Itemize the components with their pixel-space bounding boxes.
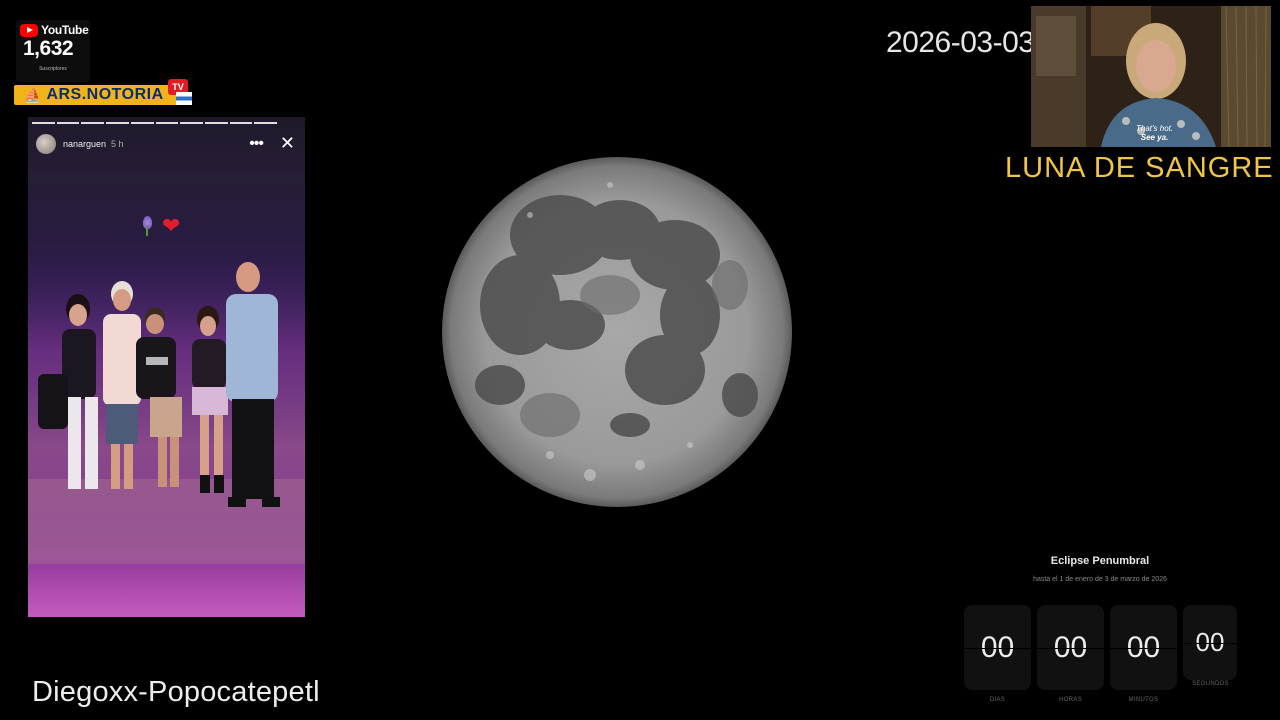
- eclipse-title: Eclipse Penumbral: [1050, 555, 1150, 567]
- eclipse-subtitle: hasta el 1 de enero de 3 de marzo de 202…: [1033, 576, 1167, 583]
- webcam-caption: That's hot. See ya.: [1136, 124, 1174, 142]
- story-time-ago: 5 h: [111, 139, 124, 149]
- stream-timestamp: 2026-03-03 02: [886, 26, 1036, 59]
- instagram-story-panel: nanarguen 5 h ••• ✕ ❤: [28, 117, 305, 617]
- credit-text: Diegoxx-Popocatepetl: [32, 676, 320, 708]
- story-username[interactable]: nanarguen: [63, 139, 106, 149]
- countdown-hours: 00: [1037, 605, 1104, 690]
- channel-banner: ⛵ ARS.NOTORIA: [14, 85, 188, 105]
- countdown-seconds: 00: [1183, 605, 1237, 680]
- ship-icon: ⛵: [24, 86, 42, 103]
- youtube-subscriber-badge: YouTube 1,632 Suscriptores: [16, 20, 90, 82]
- countdown-days: 00: [964, 605, 1031, 690]
- avatar[interactable]: [36, 134, 56, 154]
- countdown-days-label: DIAS: [989, 697, 1006, 703]
- webcam-inset: That's hot. See ya.: [1031, 6, 1271, 147]
- subscriber-count: 1,632: [23, 37, 74, 60]
- countdown-minutes: 00: [1110, 605, 1177, 690]
- flag-icon: [176, 92, 192, 105]
- more-dots-icon[interactable]: •••: [249, 135, 264, 153]
- story-header: nanarguen 5 h ••• ✕: [36, 133, 297, 155]
- youtube-play-icon: [20, 23, 38, 37]
- group-photo: [28, 239, 305, 564]
- youtube-wordmark: YouTube: [41, 23, 89, 37]
- youtube-logo: YouTube: [20, 23, 89, 37]
- close-icon[interactable]: ✕: [280, 133, 295, 154]
- story-progress-bar: [32, 122, 278, 124]
- countdown-minutes-label: MINUTOS: [1128, 697, 1159, 703]
- countdown-seconds-label: SEGUNDOS: [1192, 681, 1229, 687]
- channel-name: ARS.NOTORIA: [46, 86, 164, 103]
- countdown-hours-label: HORAS: [1059, 697, 1082, 703]
- overlay-title: LUNA DE SANGRE: [1005, 152, 1274, 184]
- subscriber-label: Suscriptores: [39, 66, 67, 72]
- full-moon-image: [440, 155, 794, 509]
